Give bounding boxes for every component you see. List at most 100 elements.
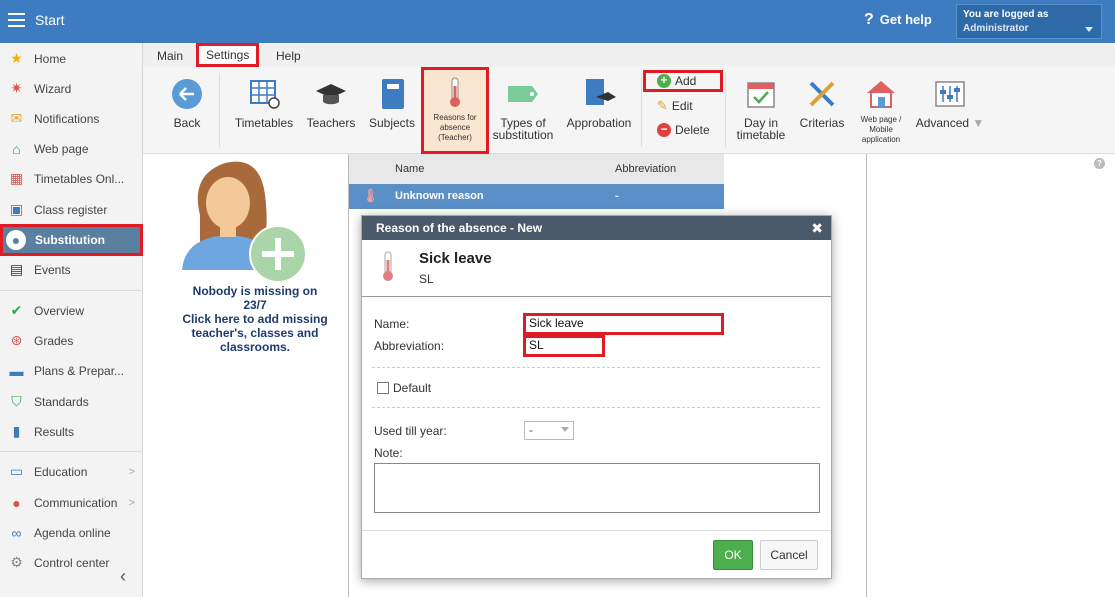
sidebar-divider (0, 451, 143, 452)
get-help-button[interactable]: ? Get help (864, 11, 932, 29)
name-field[interactable]: Sick leave (523, 313, 724, 335)
cancel-button[interactable]: Cancel (760, 540, 818, 570)
subjects-button[interactable]: Subjects (367, 67, 417, 154)
sidebar-item-label: Wizard (34, 81, 72, 96)
dialog-header: Reason of the absence - New ✖ (362, 216, 831, 240)
sidebar-item-overview[interactable]: ✔ Overview (0, 297, 143, 324)
thermometer-icon (438, 75, 472, 109)
sidebar-divider (0, 290, 143, 291)
nobody-missing-message[interactable]: Nobody is missing on 23/7 Click here to … (160, 284, 350, 354)
caret-down-icon (561, 427, 569, 432)
tab-main[interactable]: Main (149, 46, 191, 67)
sidebar-item-label: Notifications (34, 111, 100, 126)
toolbar: Back Timetables Teachers Subjects Reason… (143, 67, 1115, 154)
sidebar-item-timetables-online[interactable]: ▦ Timetables Onl... (0, 165, 143, 192)
add-button[interactable]: + Add (643, 70, 723, 92)
web-page-mobile-button[interactable]: Web page / Mobile application (853, 67, 909, 154)
web-label-2: Mobile (869, 125, 893, 134)
sidebar-item-grades[interactable]: ⊛ Grades (0, 327, 143, 354)
reasons-for-absence-button[interactable]: Reasons for absence (Teacher) (421, 67, 489, 154)
ok-button[interactable]: OK (713, 540, 753, 570)
sidebar-item-agenda-online[interactable]: ∞ Agenda online (0, 519, 143, 546)
table-icon: ▦ (9, 170, 24, 186)
sidebar-item-wizard[interactable]: ✷ Wizard (0, 75, 143, 102)
sidebar-item-label: Control center (34, 555, 110, 570)
abbreviation-field[interactable]: SL (523, 335, 605, 357)
hamburger-menu-icon[interactable] (8, 13, 25, 27)
advanced-button[interactable]: Advanced ▼ (915, 67, 985, 154)
sidebar-item-notifications[interactable]: ✉ Notifications (0, 105, 143, 132)
sidebar-item-events[interactable]: ▤ Events (0, 256, 143, 283)
sidebar-item-label: Class register (34, 202, 108, 217)
day-in-timetable-button[interactable]: Day in timetable (733, 67, 789, 154)
minus-icon: − (657, 123, 671, 137)
link-icon: ∞ (11, 524, 22, 541)
sidebar-item-label: Plans & Prepar... (34, 363, 125, 378)
column-abbreviation-header[interactable]: Abbreviation (615, 163, 676, 175)
help-icon[interactable]: ? (1094, 158, 1105, 169)
app-title[interactable]: Start (35, 12, 65, 28)
collapse-sidebar-icon[interactable]: ‹ (120, 566, 126, 587)
types-of-substitution-button[interactable]: Types of substitution (491, 67, 555, 154)
check-circle-icon: ✔ (10, 302, 23, 318)
sidebar-item-label: Web page (34, 141, 89, 156)
sidebar: ★ Home ✷ Wizard ✉ Notifications ⌂ Web page ▦… (0, 43, 143, 597)
criterias-button[interactable]: Criterias (795, 67, 849, 154)
get-help-label: Get help (879, 12, 932, 27)
column-name-header[interactable]: Name (395, 163, 424, 175)
sidebar-item-web-page[interactable]: ⌂ Web page (0, 135, 143, 162)
delete-label: Delete (675, 123, 710, 137)
tools-icon (805, 77, 839, 111)
close-icon[interactable]: ✖ (811, 216, 823, 240)
teachers-button[interactable]: Teachers (305, 67, 357, 154)
types-label-2: substitution (492, 128, 554, 142)
book-icon: ▭ (9, 463, 24, 479)
sidebar-item-plans[interactable]: ▬ Plans & Prepar... (0, 357, 143, 384)
tag-icon (506, 77, 540, 111)
used-till-year-select[interactable]: - (524, 421, 574, 440)
add-missing-avatar[interactable] (180, 155, 310, 283)
briefcase-icon: ▬ (9, 362, 24, 379)
toolbar-divider (219, 73, 220, 147)
sidebar-item-label: Grades (34, 333, 74, 348)
tab-help[interactable]: Help (268, 46, 309, 67)
default-checkbox[interactable] (377, 382, 389, 394)
toolbar-divider (641, 73, 642, 147)
back-arrow-icon (170, 77, 204, 111)
sidebar-item-standards[interactable]: ⛉ Standards (0, 388, 143, 415)
dialog-divider (372, 407, 820, 408)
approbation-button[interactable]: Approbation (565, 67, 633, 154)
sidebar-item-education[interactable]: ▭ Education > (0, 458, 143, 485)
sidebar-item-label: Overview (34, 303, 85, 318)
thermometer-icon (380, 250, 396, 287)
sidebar-item-substitution[interactable]: ● Substitution (0, 224, 143, 256)
shield-icon: ⛉ (11, 393, 22, 409)
missing-line: teacher's, classes and (191, 326, 319, 340)
sidebar-item-communication[interactable]: ● Communication > (0, 489, 143, 516)
delete-button[interactable]: − Delete (657, 119, 710, 141)
table-row[interactable]: 🌡 Unknown reason - (349, 184, 724, 209)
sidebar-item-results[interactable]: ▮ Results (0, 418, 143, 445)
row-name-cell: Unknown reason (395, 190, 484, 202)
missing-line: Nobody is missing on (192, 284, 318, 298)
sidebar-item-home[interactable]: ★ Home (0, 45, 143, 72)
user-menu[interactable]: You are logged as Administrator (956, 4, 1102, 39)
dialog-footer: OK Cancel (362, 530, 831, 578)
note-textarea[interactable] (374, 463, 820, 513)
sidebar-item-label: Communication (34, 495, 118, 510)
sidebar-item-class-register[interactable]: ▣ Class register (0, 196, 143, 223)
toolbar-divider (725, 73, 726, 147)
reasons-label-3: (Teacher) (438, 133, 472, 142)
chevron-right-icon: > (128, 496, 135, 509)
timetables-button[interactable]: Timetables (233, 67, 295, 154)
note-label: Note: (374, 446, 403, 460)
sidebar-item-label: Standards (34, 394, 89, 409)
sidebar-item-label: Home (34, 51, 67, 66)
tab-settings[interactable]: Settings (196, 43, 260, 67)
reason-dialog: Reason of the absence - New ✖ Sick leave… (361, 215, 832, 579)
chat-icon: ● (12, 494, 21, 511)
back-button[interactable]: Back (167, 67, 207, 154)
edit-button[interactable]: ✎ Edit (657, 95, 693, 117)
back-label: Back (173, 116, 201, 130)
sidebar-item-label: Events (34, 262, 71, 277)
